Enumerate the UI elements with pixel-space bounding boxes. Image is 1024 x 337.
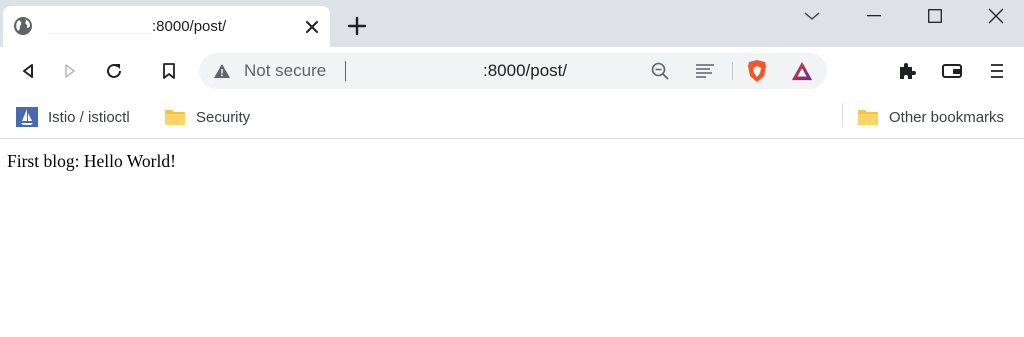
bookmarks-bar: Istio / istioctl Security Other bookmark… <box>0 95 1024 139</box>
bookmark-label: Istio / istioctl <box>48 108 130 126</box>
wallet-icon <box>942 64 962 78</box>
omnibox-divider <box>732 62 733 80</box>
bookmark-istio[interactable]: Istio / istioctl <box>16 105 130 129</box>
new-tab-icon[interactable] <box>346 15 368 37</box>
reload-icon <box>107 63 121 78</box>
bookmark-button[interactable] <box>157 59 181 83</box>
bookmark-folder-other[interactable]: Other bookmarks <box>857 105 1004 129</box>
back-icon <box>23 64 33 78</box>
bookmark-icon <box>163 63 175 79</box>
security-label[interactable]: Not secure <box>244 61 326 81</box>
url-text[interactable]: :8000/post/ <box>483 61 567 81</box>
main-menu-button[interactable] <box>985 59 1009 83</box>
blog-post-text: First blog: Hello World! <box>7 151 176 171</box>
extensions-button[interactable] <box>895 59 919 83</box>
bookmark-label: Security <box>196 108 251 126</box>
chevron-down-icon <box>804 12 820 20</box>
maximize-button[interactable] <box>912 0 958 32</box>
forward-icon <box>65 64 75 78</box>
browser-toolbar: Not secure :8000/post/ <box>0 47 1024 95</box>
folder-icon <box>164 107 186 127</box>
reader-mode-button[interactable] <box>694 60 716 82</box>
istio-icon <box>16 107 38 127</box>
address-bar[interactable]: Not secure :8000/post/ <box>199 53 827 89</box>
close-icon <box>988 8 1004 24</box>
maximize-icon <box>928 9 942 23</box>
zoom-button[interactable] <box>649 60 671 82</box>
omnibox-separator <box>345 61 346 81</box>
close-window-button[interactable] <box>973 0 1019 32</box>
folder-icon <box>857 107 879 127</box>
minimize-button[interactable] <box>851 0 897 32</box>
tab-strip: :8000/post/ <box>0 0 1024 47</box>
tab-close-icon[interactable] <box>303 18 321 36</box>
zoom-out-icon <box>651 62 669 80</box>
forward-button[interactable] <box>58 59 82 83</box>
bookmarks-separator <box>842 103 843 127</box>
extensions-icon <box>900 63 916 79</box>
bookmark-label: Other bookmarks <box>889 108 1005 126</box>
brave-rewards-button[interactable] <box>791 60 813 82</box>
reload-button[interactable] <box>102 59 126 83</box>
reader-mode-icon <box>696 64 714 78</box>
tab-title-redacted <box>48 20 152 34</box>
minimize-icon <box>867 15 881 17</box>
brave-shields-icon <box>748 60 766 82</box>
tab-title: :8000/post/ <box>152 18 227 35</box>
menu-icon <box>991 64 1003 78</box>
globe-icon <box>14 17 32 35</box>
bookmark-folder-security[interactable]: Security <box>164 105 250 129</box>
wallet-button[interactable] <box>940 59 964 83</box>
browser-tab[interactable]: :8000/post/ <box>3 6 330 47</box>
brave-rewards-icon <box>791 61 813 81</box>
tab-search-button[interactable] <box>789 0 835 32</box>
warning-icon[interactable] <box>213 62 231 80</box>
page-content: First blog: Hello World! <box>0 140 1024 337</box>
back-button[interactable] <box>16 59 40 83</box>
brave-shields-button[interactable] <box>746 60 768 82</box>
